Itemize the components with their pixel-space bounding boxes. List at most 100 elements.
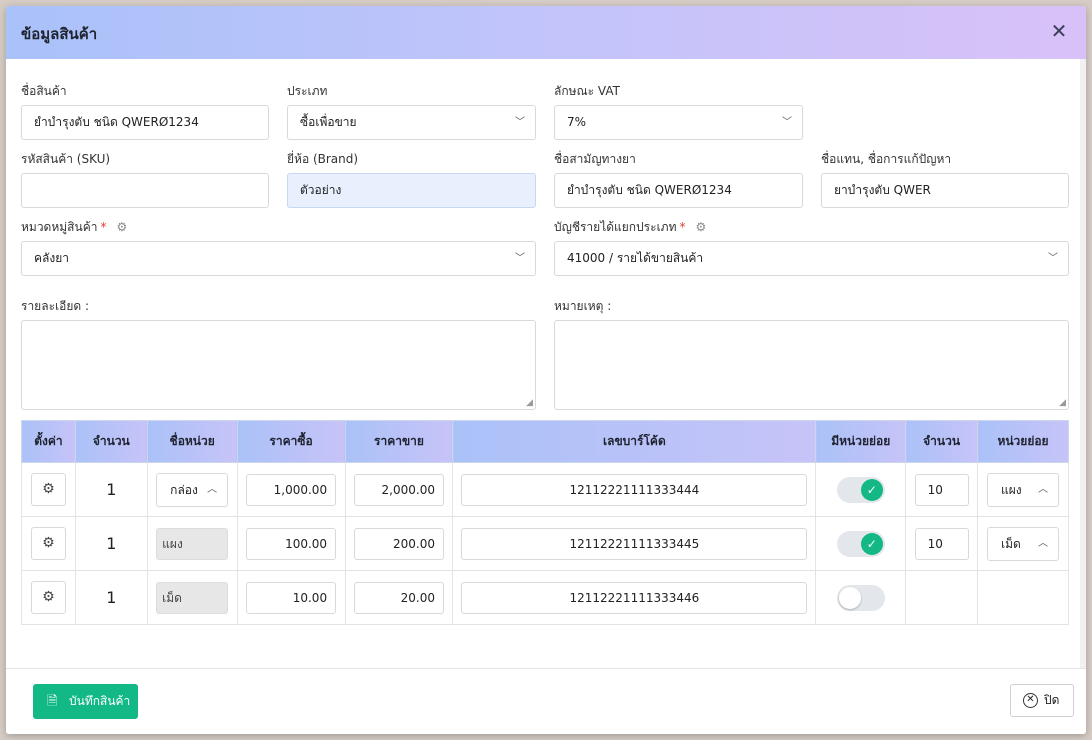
settings-gear-button[interactable]: ⚙ [30,527,66,560]
chevron-down-icon: ﹀ [515,253,525,264]
subunit-toggle[interactable]: ✓ [836,530,885,557]
th-sell-price: ราคาขาย [344,420,454,463]
check-icon: ✓ [860,532,883,555]
brand-field[interactable]: ตัวอย่าง [287,173,536,208]
toggle-knob [838,586,861,609]
settings-gear-button[interactable]: ⚙ [30,581,66,614]
resize-grip-icon[interactable]: ◢ [526,398,533,408]
type-select[interactable]: ซื้อเพื่อขาย ﹀ [287,105,536,140]
modal-footer: 🗎 บันทึกสินค้า ✕ ปิด [6,668,1086,734]
barcode-input[interactable]: 12112221111333446 [461,581,808,614]
required-mark: * [679,220,686,234]
th-unit-name: ชื่อหน่วย [146,420,238,463]
product-modal: ข้อมูลสินค้า ✕ ชื่อสินค้า ยำบำรุงตับ ชนิ… [6,6,1086,734]
modal-header: ข้อมูลสินค้า ✕ [6,6,1086,59]
buy-price-input[interactable]: 10.00 [246,581,337,614]
table-row: ⚙ 1 กล่อง ︿ 1,000.00 2,000.00 12112221111… [21,462,1069,517]
th-sub-qty: จำนวน [905,420,979,463]
revenue-account-value: 41000 / รายได้ขายสินค้า [567,251,704,265]
sku-field[interactable] [21,173,269,208]
th-has-subunit: มีหน่วยย่อย [815,420,907,463]
barcode-input[interactable]: 12112221111333444 [461,473,808,506]
modal-body: ชื่อสินค้า ยำบำรุงตับ ชนิด QWERØ1234 ประ… [6,59,1086,668]
th-sub-unit: หน่วยย่อย [977,420,1069,463]
notes-label: หมายเหตุ : [554,299,612,313]
close-circle-icon: ✕ [1023,693,1038,708]
subunit-toggle[interactable]: ✓ [836,476,885,503]
subunit-toggle[interactable] [836,584,885,611]
notes-textarea[interactable]: ◢ [554,320,1069,410]
chevron-up-icon: ︿ [1038,483,1049,495]
vat-label: ลักษณะ VAT [554,84,620,98]
required-mark: * [100,220,107,234]
sell-price-input[interactable]: 20.00 [353,581,444,614]
sub-unit-empty [977,570,1069,625]
alias-field[interactable]: ยาบำรุงตับ QWER [821,173,1069,208]
category-label: หมวดหมู่สินค้า * ⚙ [21,218,127,237]
th-buy-price: ราคาซื้อ [236,420,346,463]
category-value: คลังยา [34,251,70,265]
table-row: ⚙ 1 เม็ด 10.00 20.00 12112221111333446 [21,570,1069,625]
product-name-field[interactable]: ยำบำรุงตับ ชนิด QWERØ1234 [21,105,269,140]
row-qty: 1 [106,588,117,607]
units-table: ตั้งค่า จำนวน ชื่อหน่วย ราคาซื้อ ราคาขาย… [21,420,1069,625]
chevron-down-icon: ﹀ [1048,253,1058,264]
close-icon[interactable]: ✕ [1050,21,1068,41]
vertical-scrollbar[interactable] [1080,59,1086,668]
product-name-label: ชื่อสินค้า [21,84,67,98]
gear-icon[interactable]: ⚙ [116,220,127,234]
close-label: ปิด [1044,693,1060,707]
row-qty: 1 [106,480,117,499]
revenue-account-select[interactable]: 41000 / รายได้ขายสินค้า ﹀ [554,241,1069,276]
type-value: ซื้อเพื่อขาย [300,115,357,129]
chevron-up-icon: ︿ [207,483,218,495]
sku-label: รหัสสินค้า (SKU) [21,152,111,166]
sub-qty-input[interactable]: 10 [914,527,969,560]
sub-qty-empty [905,570,979,625]
unit-readonly: แผง [156,527,229,560]
save-label: บันทึกสินค้า [69,694,131,708]
save-document-icon: 🗎 [47,694,58,709]
chevron-up-icon: ︿ [1038,537,1049,549]
revenue-account-label: บัญชีรายได้แยกประเภท * ⚙ [554,218,706,237]
vat-value: 7% [567,115,587,129]
barcode-input[interactable]: 12112221111333445 [461,527,808,560]
brand-label: ยี่ห้อ (Brand) [287,152,359,166]
th-settings: ตั้งค่า [21,420,76,463]
resize-grip-icon[interactable]: ◢ [1059,398,1066,408]
revenue-account-label-text: บัญชีรายได้แยกประเภท [554,220,677,234]
generic-name-field[interactable]: ยำบำรุงตับ ชนิด QWERØ1234 [554,173,803,208]
table-row: ⚙ 1 แผง 100.00 200.00 12112221111333445 … [21,516,1069,571]
close-button[interactable]: ✕ ปิด [1010,684,1074,717]
sub-unit-select[interactable]: แผง ︿ [987,472,1060,507]
unit-readonly: เม็ด [156,581,229,614]
check-icon: ✓ [860,478,883,501]
modal-title: ข้อมูลสินค้า [21,25,98,43]
buy-price-input[interactable]: 1,000.00 [246,473,337,506]
th-barcode: เลขบาร์โค้ด [452,420,817,463]
unit-value: กล่อง [170,482,198,497]
details-label: รายละเอียด : [21,299,90,313]
th-qty: จำนวน [74,420,148,463]
chevron-down-icon: ﹀ [782,117,792,128]
sell-price-input[interactable]: 200.00 [353,527,444,560]
category-label-text: หมวดหมู่สินค้า [21,220,98,234]
vat-select[interactable]: 7% ﹀ [554,105,803,140]
row-qty: 1 [106,534,117,553]
buy-price-input[interactable]: 100.00 [246,527,337,560]
save-product-button[interactable]: 🗎 บันทึกสินค้า [33,684,138,719]
sell-price-input[interactable]: 2,000.00 [353,473,444,506]
generic-name-label: ชื่อสามัญทางยา [554,152,636,166]
unit-select[interactable]: กล่อง ︿ [156,472,229,507]
chevron-down-icon: ﹀ [515,117,525,128]
details-textarea[interactable]: ◢ [21,320,536,410]
table-header-row: ตั้งค่า จำนวน ชื่อหน่วย ราคาซื้อ ราคาขาย… [21,420,1069,463]
sub-unit-value: เม็ด [1001,536,1021,551]
settings-gear-button[interactable]: ⚙ [30,473,66,506]
sub-unit-select[interactable]: เม็ด ︿ [987,526,1060,561]
sub-unit-value: แผง [1001,482,1022,497]
category-select[interactable]: คลังยา ﹀ [21,241,536,276]
gear-icon[interactable]: ⚙ [696,220,707,234]
type-label: ประเภท [287,84,328,98]
sub-qty-input[interactable]: 10 [914,473,969,506]
